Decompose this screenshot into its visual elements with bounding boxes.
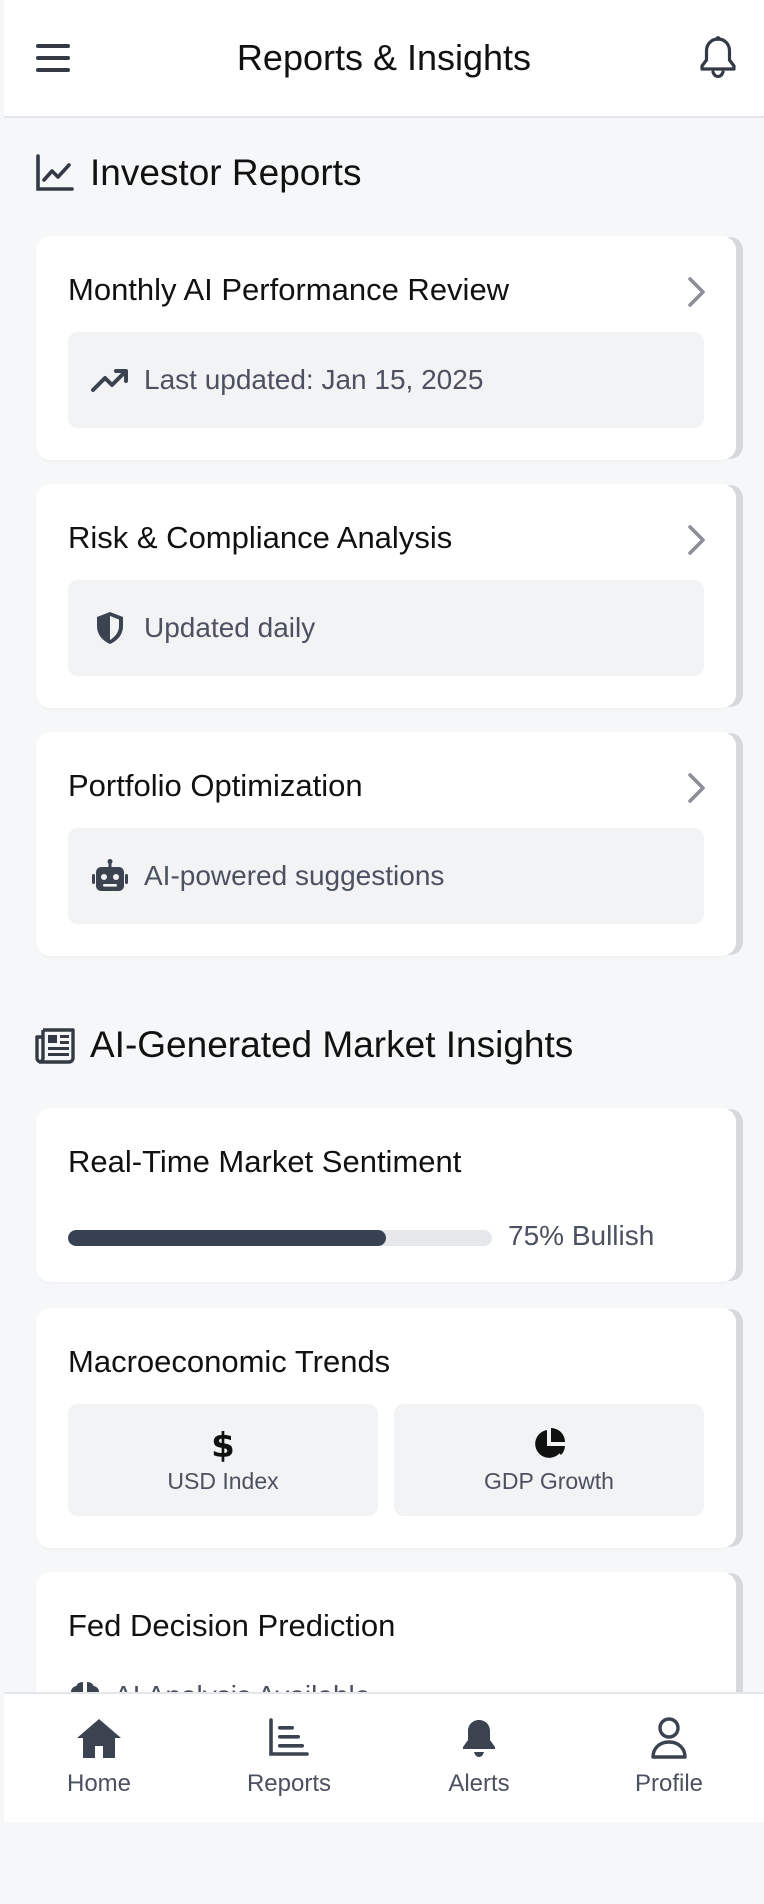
- bell-icon: [463, 1720, 495, 1757]
- market-sentiment-card[interactable]: Real-Time Market Sentiment 75% Bullish: [36, 1108, 736, 1282]
- app-root: Reports & Insights Investor Reports Mont…: [0, 0, 764, 1904]
- robot-icon: [92, 859, 128, 891]
- card-title: Macroeconomic Trends: [68, 1344, 391, 1379]
- trend-up-icon: [91, 369, 128, 392]
- card-title: Fed Decision Prediction: [68, 1608, 396, 1643]
- nav-label: Profile: [634, 1770, 704, 1797]
- bell-icon[interactable]: [696, 34, 740, 80]
- card-title: Monthly AI Performance Review: [68, 272, 510, 307]
- bottom-navigation: Home Reports Alerts Profile: [4, 1692, 764, 1822]
- sentiment-label: 75% Bullish: [508, 1220, 655, 1251]
- card-meta-text: AI-powered suggestions: [144, 860, 445, 891]
- usd-index-tile[interactable]: $ USD Index: [68, 1404, 378, 1516]
- sentiment-progress-fill: [68, 1230, 386, 1246]
- nav-label: Home: [66, 1770, 132, 1797]
- card-meta: Last updated: Jan 15, 2025: [68, 332, 704, 428]
- top-app-bar: Reports & Insights: [4, 0, 764, 118]
- investor-reports-heading: Investor Reports: [34, 152, 361, 194]
- section-title: Investor Reports: [90, 152, 362, 193]
- macroeconomic-trends-card[interactable]: Macroeconomic Trends $ USD Index GDP Gro…: [36, 1308, 736, 1548]
- nav-label: Reports: [246, 1770, 332, 1797]
- card-meta: AI-powered suggestions: [68, 828, 704, 924]
- chevron-right-icon: [688, 277, 705, 307]
- sentiment-progress-bar: [68, 1230, 492, 1246]
- page-title: Reports & Insights: [236, 37, 532, 78]
- card-meta-text: Last updated: Jan 15, 2025: [144, 364, 484, 395]
- nav-item-reports[interactable]: Reports: [214, 1694, 364, 1822]
- card-meta: Updated daily: [68, 580, 704, 676]
- section-title: AI-Generated Market Insights: [90, 1024, 574, 1065]
- nav-item-home[interactable]: Home: [24, 1694, 174, 1822]
- report-card-portfolio-optimization[interactable]: Portfolio Optimization AI-powered sugges…: [36, 732, 736, 956]
- bottom-safe-area: [0, 1822, 764, 1904]
- chevron-right-icon: [688, 525, 705, 555]
- market-insights-heading: AI-Generated Market Insights: [34, 1024, 573, 1066]
- reports-icon: [269, 1718, 309, 1756]
- card-title: Portfolio Optimization: [68, 768, 363, 803]
- report-card-risk-compliance[interactable]: Risk & Compliance Analysis Updated daily: [36, 484, 736, 708]
- card-title: Real-Time Market Sentiment: [68, 1144, 462, 1179]
- newspaper-icon: [35, 1028, 75, 1064]
- nav-item-alerts[interactable]: Alerts: [404, 1694, 554, 1822]
- nav-item-profile[interactable]: Profile: [594, 1694, 744, 1822]
- pie-chart-icon: [535, 1427, 565, 1458]
- tile-label: GDP Growth: [484, 1467, 614, 1494]
- card-meta-text: Updated daily: [144, 612, 316, 643]
- gdp-growth-tile[interactable]: GDP Growth: [394, 1404, 704, 1516]
- report-card-monthly-performance[interactable]: Monthly AI Performance Review Last updat…: [36, 236, 736, 460]
- chevron-right-icon: [688, 773, 705, 803]
- card-title: Risk & Compliance Analysis: [68, 520, 453, 555]
- user-icon: [651, 1717, 687, 1759]
- dollar-icon: $: [211, 1426, 235, 1462]
- shield-icon: [97, 612, 123, 644]
- nav-label: Alerts: [448, 1770, 510, 1797]
- line-chart-icon: [36, 154, 74, 191]
- svg-text:$: $: [211, 1426, 235, 1462]
- hamburger-menu-icon[interactable]: [34, 40, 74, 76]
- tile-label: USD Index: [167, 1467, 279, 1494]
- home-icon: [77, 1719, 121, 1758]
